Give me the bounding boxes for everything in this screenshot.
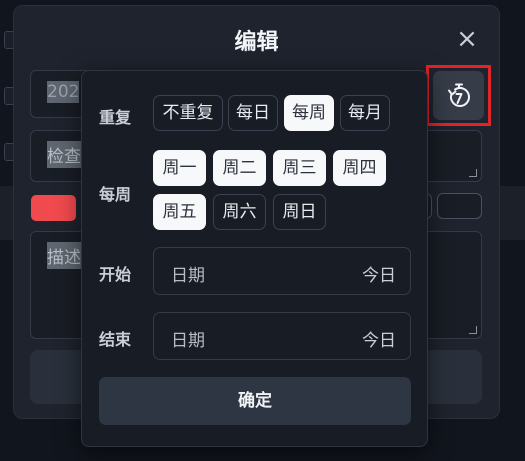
dialog-title: 编辑 — [234, 30, 279, 55]
weekday-thu[interactable]: 周四 — [333, 150, 386, 186]
option-box[interactable] — [437, 193, 482, 219]
weekday-sat[interactable]: 周六 — [213, 194, 266, 230]
start-label: 开始 — [99, 265, 132, 284]
repeat-option-monthly[interactable]: 每月 — [340, 95, 390, 131]
description-field-value: 描述 — [47, 242, 81, 269]
confirm-button[interactable]: 确定 — [99, 377, 411, 425]
weekday-mon[interactable]: 周一 — [153, 150, 206, 186]
repeat-option-daily[interactable]: 每日 — [228, 95, 278, 131]
end-label: 结束 — [99, 330, 132, 349]
color-swatch[interactable] — [31, 195, 76, 221]
repeat-clock-icon — [447, 83, 470, 107]
start-today-button[interactable]: 今日 — [362, 261, 396, 286]
start-date-placeholder: 日期 — [171, 266, 205, 286]
close-icon[interactable]: × — [454, 26, 480, 52]
weekday-sun[interactable]: 周日 — [273, 194, 326, 230]
end-today-button[interactable]: 今日 — [362, 326, 396, 351]
resize-handle-icon[interactable] — [469, 326, 477, 334]
weekday-wed[interactable]: 周三 — [273, 150, 326, 186]
repeat-label: 重复 — [99, 108, 132, 127]
weekday-tue[interactable]: 周二 — [213, 150, 266, 186]
repeat-option-none[interactable]: 不重复 — [153, 95, 223, 131]
end-date-placeholder: 日期 — [171, 331, 205, 351]
start-date-input[interactable]: 日期 今日 — [153, 247, 411, 295]
repeat-button[interactable] — [433, 71, 484, 120]
date-field-value: 202 — [47, 81, 80, 103]
repeat-popover: 重复 不重复 每日 每周 每月 每周 周一 周二 周三 周四 周五 周六 周日 … — [81, 70, 428, 447]
repeat-option-weekly[interactable]: 每周 — [284, 95, 334, 131]
resize-handle-icon[interactable] — [469, 169, 477, 177]
end-date-input[interactable]: 日期 今日 — [153, 312, 411, 360]
title-field-value: 检查 — [47, 141, 81, 168]
weekly-label: 每周 — [99, 185, 132, 204]
weekday-fri[interactable]: 周五 — [153, 194, 206, 230]
